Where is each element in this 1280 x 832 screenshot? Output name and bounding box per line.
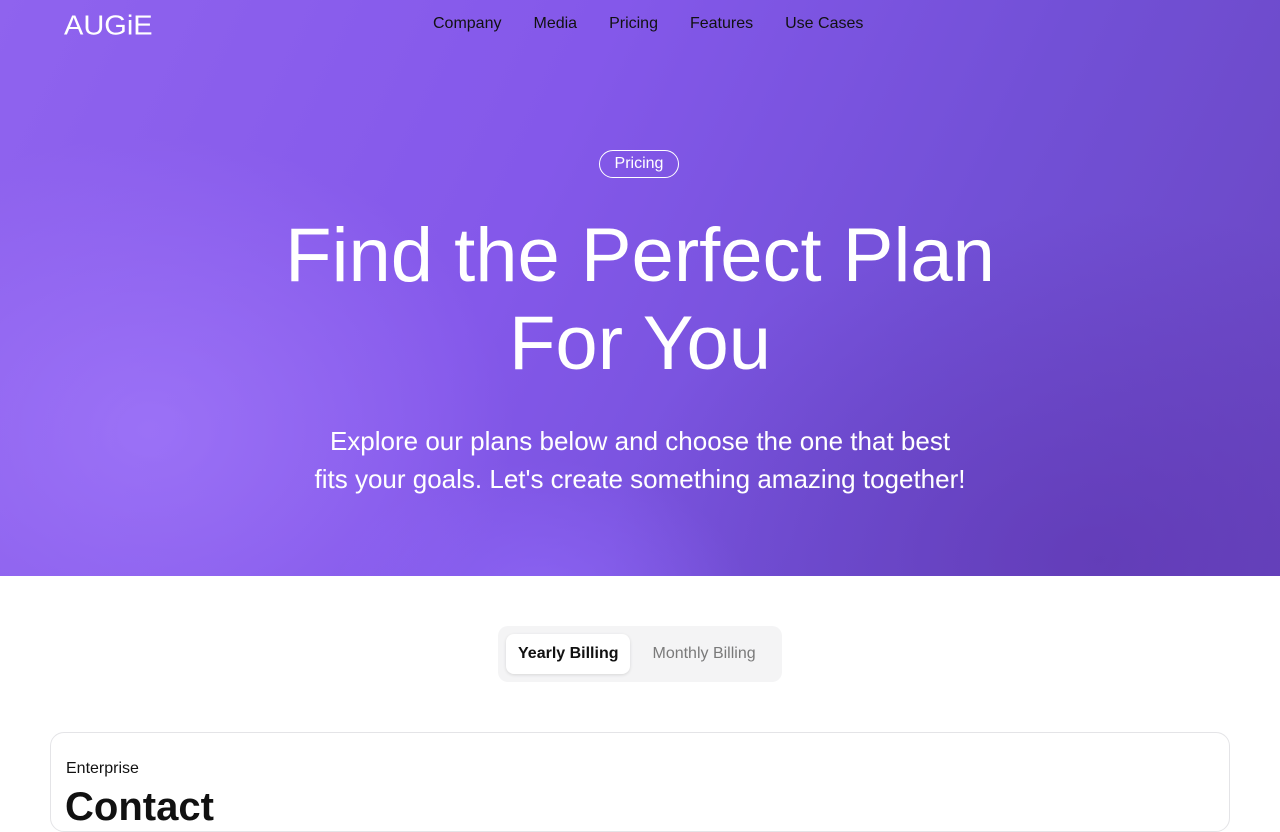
nav-item-pricing[interactable]: Pricing	[609, 15, 658, 33]
plan-card-enterprise: Enterprise Contact	[50, 732, 1230, 832]
plan-price: Contact	[65, 785, 214, 829]
hero-headline: Find the Perfect Plan For You	[0, 212, 1280, 388]
hero-section: AUGiE Company Media Pricing Features Use…	[0, 0, 1280, 576]
hero-headline-line2: For You	[509, 301, 771, 386]
yearly-billing-button[interactable]: Yearly Billing	[506, 634, 631, 674]
hero-subtitle: Explore our plans below and choose the o…	[0, 422, 1280, 498]
billing-toggle: Yearly Billing Monthly Billing	[498, 626, 782, 682]
hero-subtitle-line1: Explore our plans below and choose the o…	[329, 426, 951, 456]
hero-headline-line1: Find the Perfect Plan	[285, 213, 995, 298]
nav-item-company[interactable]: Company	[433, 15, 501, 33]
nav-item-use-cases[interactable]: Use Cases	[785, 15, 863, 33]
plan-name: Enterprise	[66, 760, 139, 777]
nav-item-media[interactable]: Media	[533, 15, 577, 33]
nav-item-features[interactable]: Features	[690, 15, 753, 33]
monthly-billing-button[interactable]: Monthly Billing	[640, 634, 767, 674]
hero-subtitle-line2: fits your goals. Let's create something …	[314, 464, 966, 494]
main-nav: Company Media Pricing Features Use Cases	[433, 15, 863, 33]
pricing-badge: Pricing	[599, 150, 679, 178]
brand-logo[interactable]: AUGiE	[64, 11, 153, 42]
